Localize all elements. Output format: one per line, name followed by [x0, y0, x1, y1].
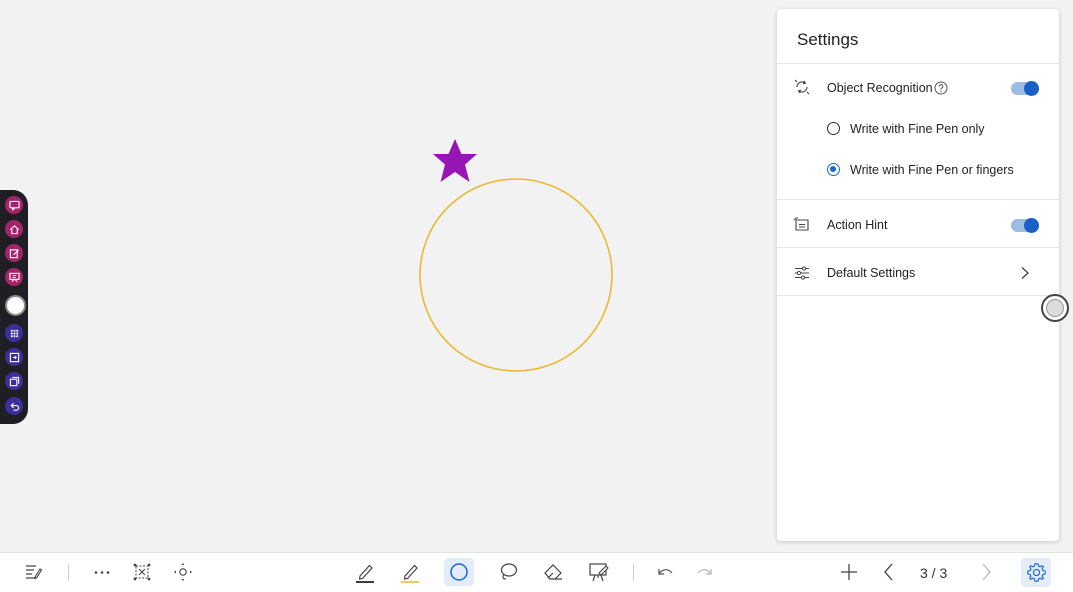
panel-title: Settings	[797, 30, 859, 49]
default-settings-row[interactable]: Default Settings	[777, 248, 1059, 295]
settings-panel: Settings Object Recognition Write with F…	[777, 9, 1059, 541]
redo-icon	[697, 569, 712, 575]
circle-shape-icon	[450, 563, 468, 581]
option-fine-pen-only-label[interactable]: Write with Fine Pen only	[850, 122, 985, 136]
side-screen-icon[interactable]	[5, 348, 23, 366]
side-back-icon[interactable]	[5, 397, 23, 415]
object-recognition-icon	[794, 79, 810, 95]
undo-button[interactable]	[652, 559, 678, 585]
board-button[interactable]	[586, 559, 612, 585]
divider	[777, 199, 1059, 200]
circle-shape[interactable]	[419, 178, 613, 372]
radio-fine-pen-only[interactable]	[827, 122, 840, 135]
move-icon	[174, 563, 192, 581]
pen-icon	[356, 564, 374, 583]
circle-shape-button[interactable]	[444, 558, 474, 586]
add-page-icon	[841, 564, 857, 580]
side-windows-icon[interactable]	[5, 372, 23, 390]
object-recognition-label: Object Recognition	[827, 81, 933, 95]
star-shape[interactable]	[433, 139, 477, 182]
help-icon[interactable]	[934, 81, 948, 95]
redo-button[interactable]	[692, 559, 718, 585]
more-icon	[94, 571, 110, 574]
highlighter-button[interactable]	[397, 559, 423, 585]
action-hint-toggle[interactable]	[1011, 218, 1039, 233]
prev-page-icon	[884, 563, 893, 581]
side-board-icon[interactable]	[5, 268, 23, 286]
board-icon	[589, 563, 609, 582]
more-button[interactable]	[89, 559, 115, 585]
bottom-toolbar: 3 / 3	[0, 553, 1073, 592]
page-indicator: 3 / 3	[920, 565, 948, 581]
default-settings-label: Default Settings	[827, 266, 916, 280]
highlighter-icon	[401, 564, 419, 583]
side-apps-icon[interactable]	[5, 324, 23, 342]
settings-gear-icon	[1026, 563, 1046, 582]
menu-list-button[interactable]	[20, 559, 46, 585]
action-hint-icon	[793, 217, 809, 231]
side-edit-icon[interactable]	[5, 244, 23, 262]
toolbar-separator	[633, 564, 634, 581]
undo-icon	[658, 569, 673, 575]
add-page-button[interactable]	[836, 559, 862, 585]
right-float-handle[interactable]	[1041, 294, 1069, 322]
side-home-icon[interactable]	[5, 220, 23, 238]
eraser-button[interactable]	[540, 559, 566, 585]
option-fine-pen-or-fingers-label[interactable]: Write with Fine Pen or fingers	[850, 163, 1014, 177]
eraser-icon	[544, 564, 562, 580]
radio-fine-pen-or-fingers[interactable]	[827, 163, 840, 176]
action-hint-label: Action Hint	[827, 218, 888, 232]
settings-button[interactable]	[1021, 558, 1051, 587]
divider	[777, 63, 1059, 64]
next-page-icon	[982, 563, 991, 581]
lasso-button[interactable]	[495, 559, 521, 585]
chevron-right-icon	[1021, 267, 1029, 279]
divider	[777, 295, 1059, 296]
move-button[interactable]	[170, 559, 196, 585]
lasso-icon	[500, 563, 518, 580]
sliders-icon	[795, 266, 809, 280]
next-page-button[interactable]	[973, 559, 999, 585]
side-comment-icon[interactable]	[5, 196, 23, 214]
toggle-knob	[1024, 81, 1039, 96]
toggle-knob	[1024, 218, 1039, 233]
select-button[interactable]	[129, 559, 155, 585]
pen-button[interactable]	[352, 559, 378, 585]
side-bar-handle[interactable]	[5, 295, 26, 316]
toolbar-separator	[68, 564, 69, 581]
select-icon	[133, 563, 151, 581]
object-recognition-toggle[interactable]	[1011, 81, 1039, 96]
menu-list-icon	[26, 565, 43, 580]
prev-page-button[interactable]	[876, 559, 902, 585]
